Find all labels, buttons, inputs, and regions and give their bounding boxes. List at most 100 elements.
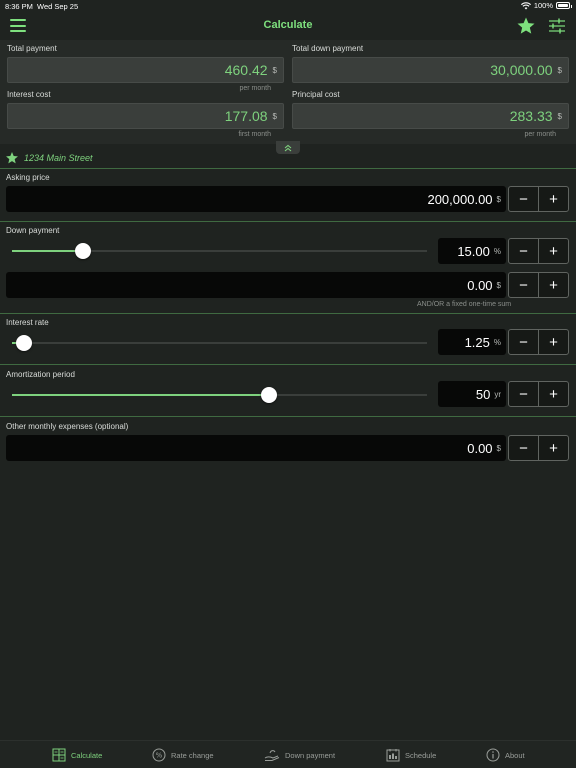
tab-rate-change[interactable]: % Rate change bbox=[152, 745, 214, 765]
tab-label: Calculate bbox=[71, 750, 103, 760]
interest-rate-label: Interest rate bbox=[6, 318, 49, 327]
amortization-input[interactable]: 50 yr bbox=[438, 381, 506, 407]
down-payment-slider[interactable] bbox=[12, 243, 427, 259]
interest-rate-input[interactable]: 1.25 % bbox=[438, 329, 506, 355]
tab-label: Schedule bbox=[405, 750, 437, 760]
divider bbox=[0, 416, 576, 417]
down-payment-percent-value: 15.00 bbox=[457, 243, 490, 259]
status-time: 8:36 PM bbox=[5, 2, 33, 11]
double-chevron-up-icon bbox=[284, 144, 292, 151]
asking-price-stepper[interactable]: − + bbox=[508, 186, 569, 212]
interest-rate-stepper[interactable]: − + bbox=[508, 329, 569, 355]
favorite-star-icon[interactable] bbox=[516, 16, 536, 36]
amortization-slider[interactable] bbox=[12, 387, 427, 403]
total-payment-unit: $ bbox=[272, 65, 277, 75]
asking-price-unit: $ bbox=[496, 194, 501, 204]
decrement-button[interactable]: − bbox=[509, 187, 538, 211]
decrement-button[interactable]: − bbox=[509, 273, 538, 297]
divider bbox=[0, 168, 576, 169]
down-payment-percent-stepper[interactable]: − + bbox=[508, 238, 569, 264]
star-icon bbox=[6, 152, 18, 164]
status-date: Wed Sep 25 bbox=[37, 2, 79, 11]
increment-button[interactable]: + bbox=[538, 436, 568, 460]
other-expenses-input[interactable]: 0.00 $ bbox=[6, 435, 506, 461]
other-expenses-value: 0.00 bbox=[467, 440, 493, 456]
increment-button[interactable]: + bbox=[538, 187, 568, 211]
down-payment-fixed-stepper[interactable]: − + bbox=[508, 272, 569, 298]
total-down-payment-field: 30,000.00 $ bbox=[292, 57, 569, 83]
status-right: 100% bbox=[520, 1, 572, 10]
address-text: 1234 Main Street bbox=[24, 153, 93, 163]
down-payment-percent-input[interactable]: 15.00 % bbox=[438, 238, 506, 264]
slider-thumb[interactable] bbox=[16, 335, 33, 351]
wifi-icon bbox=[520, 1, 531, 9]
battery-icon bbox=[556, 2, 572, 9]
svg-text:%: % bbox=[156, 752, 163, 760]
tab-label: Down payment bbox=[285, 750, 336, 760]
tab-bar: Calculate % Rate change Down payment Sch… bbox=[0, 740, 576, 768]
increment-button[interactable]: + bbox=[538, 382, 568, 406]
total-down-payment-unit: $ bbox=[557, 65, 562, 75]
slider-fill bbox=[12, 394, 270, 396]
down-payment-label: Down payment bbox=[6, 226, 60, 235]
tab-about[interactable]: About bbox=[486, 745, 525, 765]
total-payment-value: 460.42 bbox=[224, 62, 268, 78]
interest-cost-field: 177.08 $ bbox=[7, 103, 284, 129]
asking-price-input[interactable]: 200,000.00 $ bbox=[6, 186, 506, 212]
interest-rate-value: 1.25 bbox=[464, 334, 490, 350]
decrement-button[interactable]: − bbox=[509, 239, 538, 263]
divider bbox=[0, 313, 576, 314]
percent-icon: % bbox=[152, 748, 166, 762]
interest-cost-sub: first month bbox=[238, 131, 271, 138]
down-payment-hint: AND/OR a fixed one-time sum bbox=[417, 301, 512, 308]
collapse-summary-button[interactable] bbox=[276, 141, 300, 154]
amortization-value: 50 bbox=[475, 386, 491, 402]
battery-percent: 100% bbox=[533, 1, 553, 10]
principal-cost-value: 283.33 bbox=[509, 108, 553, 124]
interest-rate-slider[interactable] bbox=[12, 335, 427, 351]
info-icon bbox=[486, 748, 500, 762]
principal-cost-label: Principal cost bbox=[292, 90, 340, 99]
total-payment-label: Total payment bbox=[7, 44, 57, 53]
other-expenses-unit: $ bbox=[496, 443, 501, 453]
decrement-button[interactable]: − bbox=[509, 382, 538, 406]
down-payment-fixed-input[interactable]: 0.00 $ bbox=[6, 272, 506, 298]
asking-price-value: 200,000.00 bbox=[427, 191, 493, 207]
increment-button[interactable]: + bbox=[538, 330, 568, 354]
decrement-button[interactable]: − bbox=[509, 330, 538, 354]
principal-cost-unit: $ bbox=[557, 111, 562, 121]
total-down-payment-label: Total down payment bbox=[292, 44, 364, 53]
increment-button[interactable]: + bbox=[538, 273, 568, 297]
amortization-label: Amortization period bbox=[6, 370, 75, 379]
increment-button[interactable]: + bbox=[538, 239, 568, 263]
divider bbox=[0, 364, 576, 365]
slider-thumb[interactable] bbox=[261, 387, 278, 403]
slider-thumb[interactable] bbox=[74, 243, 91, 259]
down-payment-percent-unit: % bbox=[493, 246, 501, 256]
sliders-settings-icon[interactable] bbox=[548, 18, 566, 34]
principal-cost-field: 283.33 $ bbox=[292, 103, 569, 129]
tab-label: Rate change bbox=[171, 750, 214, 760]
total-down-payment-value: 30,000.00 bbox=[490, 62, 553, 78]
principal-cost-sub: per month bbox=[524, 131, 556, 138]
schedule-icon bbox=[386, 749, 400, 762]
interest-cost-label: Interest cost bbox=[7, 90, 51, 99]
nav-bar: Calculate bbox=[0, 12, 576, 40]
tab-label: About bbox=[505, 750, 525, 760]
down-payment-fixed-unit: $ bbox=[496, 280, 501, 290]
calculator-icon bbox=[52, 748, 66, 762]
total-payment-field: 460.42 $ bbox=[7, 57, 284, 83]
page-title: Calculate bbox=[263, 19, 313, 31]
tab-schedule[interactable]: Schedule bbox=[386, 745, 436, 765]
other-expenses-stepper[interactable]: − + bbox=[508, 435, 569, 461]
hand-money-icon bbox=[264, 750, 280, 761]
slider-fill bbox=[12, 250, 83, 252]
amortization-unit: yr bbox=[494, 389, 501, 399]
decrement-button[interactable]: − bbox=[509, 436, 538, 460]
tab-down-payment[interactable]: Down payment bbox=[264, 745, 335, 765]
tab-calculate[interactable]: Calculate bbox=[52, 745, 102, 765]
amortization-stepper[interactable]: − + bbox=[508, 381, 569, 407]
status-bar: 8:36 PM Wed Sep 25 100% bbox=[0, 0, 576, 12]
property-address[interactable]: 1234 Main Street bbox=[5, 151, 93, 165]
asking-price-label: Asking price bbox=[6, 173, 50, 182]
